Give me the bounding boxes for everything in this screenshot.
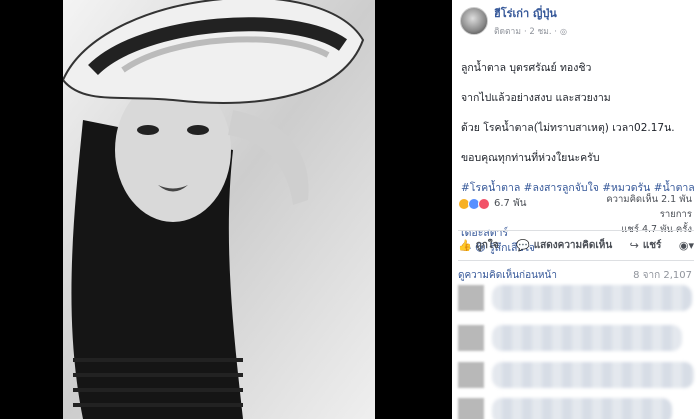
- like-button[interactable]: 👍 ถูกใจ: [458, 238, 499, 253]
- share-label: แชร์: [642, 239, 662, 251]
- comment-label: แสดงความคิดเห็น: [533, 239, 613, 251]
- reaction-count: 6.7 พัน: [494, 198, 527, 209]
- post-line: ลูกน้ำตาล บุตรศรัณย์ ทองชิว: [461, 62, 592, 74]
- comments-header: ดูความคิดเห็นก่อนหน้า 8 จาก 2,107: [458, 268, 692, 283]
- comment-avatar[interactable]: [458, 362, 484, 388]
- comment-bubble: [492, 285, 692, 311]
- post-line: ด้วย โรคน้ำตาล(ไม่ทราบสาเหตุ) เวลา02.17น…: [461, 122, 675, 134]
- comment-bubble: [492, 398, 672, 419]
- globe-icon: ◎: [559, 26, 567, 36]
- comment-item: [458, 398, 694, 419]
- divider: [458, 260, 694, 261]
- comment-avatar[interactable]: [458, 398, 484, 419]
- comment-avatar[interactable]: [458, 285, 484, 311]
- post-header: ฮีโร่เก่า ญี่ปุ่น ติดตาม · 2 ชม. · ◎: [460, 4, 567, 38]
- post-line: ขอบคุณทุกท่านที่ห่วงใยนะครับ: [461, 152, 600, 164]
- portrait-image: [63, 0, 375, 419]
- divider: [458, 230, 694, 231]
- audience-selector[interactable]: ◉▾: [679, 239, 694, 252]
- share-icon: ↪: [629, 238, 639, 252]
- love-reaction-icon: [478, 197, 490, 210]
- comment-icon: 💬: [516, 238, 530, 252]
- comment-item: [458, 325, 694, 351]
- comment-bubble: [491, 362, 694, 388]
- audience-icon: ◉▾: [678, 238, 694, 252]
- post-line: จากไปแล้วอย่างสงบ และสวยงาม: [461, 92, 611, 104]
- like-label: ถูกใจ: [475, 239, 499, 251]
- portrait-illustration: [63, 0, 375, 419]
- comments-pagination: 8 จาก 2,107: [633, 270, 692, 281]
- comment-item: [458, 362, 694, 388]
- comment-count[interactable]: ความคิดเห็น 2.1 พัน รายการ: [572, 192, 692, 222]
- comment-item: [458, 285, 694, 311]
- share-button[interactable]: ↪ แชร์: [630, 238, 662, 253]
- author-name[interactable]: ฮีโร่เก่า ญี่ปุ่น: [494, 4, 567, 22]
- comment-avatar[interactable]: [458, 325, 484, 351]
- author-avatar[interactable]: [460, 7, 488, 35]
- reaction-summary[interactable]: 6.7 พัน: [458, 196, 527, 211]
- previous-comments-link[interactable]: ดูความคิดเห็นก่อนหน้า: [458, 268, 557, 283]
- post-side-panel: ฮีโร่เก่า ญี่ปุ่น ติดตาม · 2 ชม. · ◎ ลูก…: [452, 0, 700, 419]
- post-time[interactable]: · 2 ชม. ·: [524, 24, 557, 38]
- comment-bubble: [492, 325, 682, 351]
- post-photo[interactable]: [0, 0, 452, 419]
- comment-button[interactable]: 💬 แสดงความคิดเห็น: [516, 238, 612, 253]
- follow-link[interactable]: ติดตาม: [494, 24, 521, 38]
- action-bar: 👍 ถูกใจ 💬 แสดงความคิดเห็น ↪ แชร์ ◉▾: [458, 236, 694, 254]
- thumbs-up-icon: 👍: [458, 238, 472, 252]
- post-meta: ติดตาม · 2 ชม. · ◎: [494, 24, 567, 38]
